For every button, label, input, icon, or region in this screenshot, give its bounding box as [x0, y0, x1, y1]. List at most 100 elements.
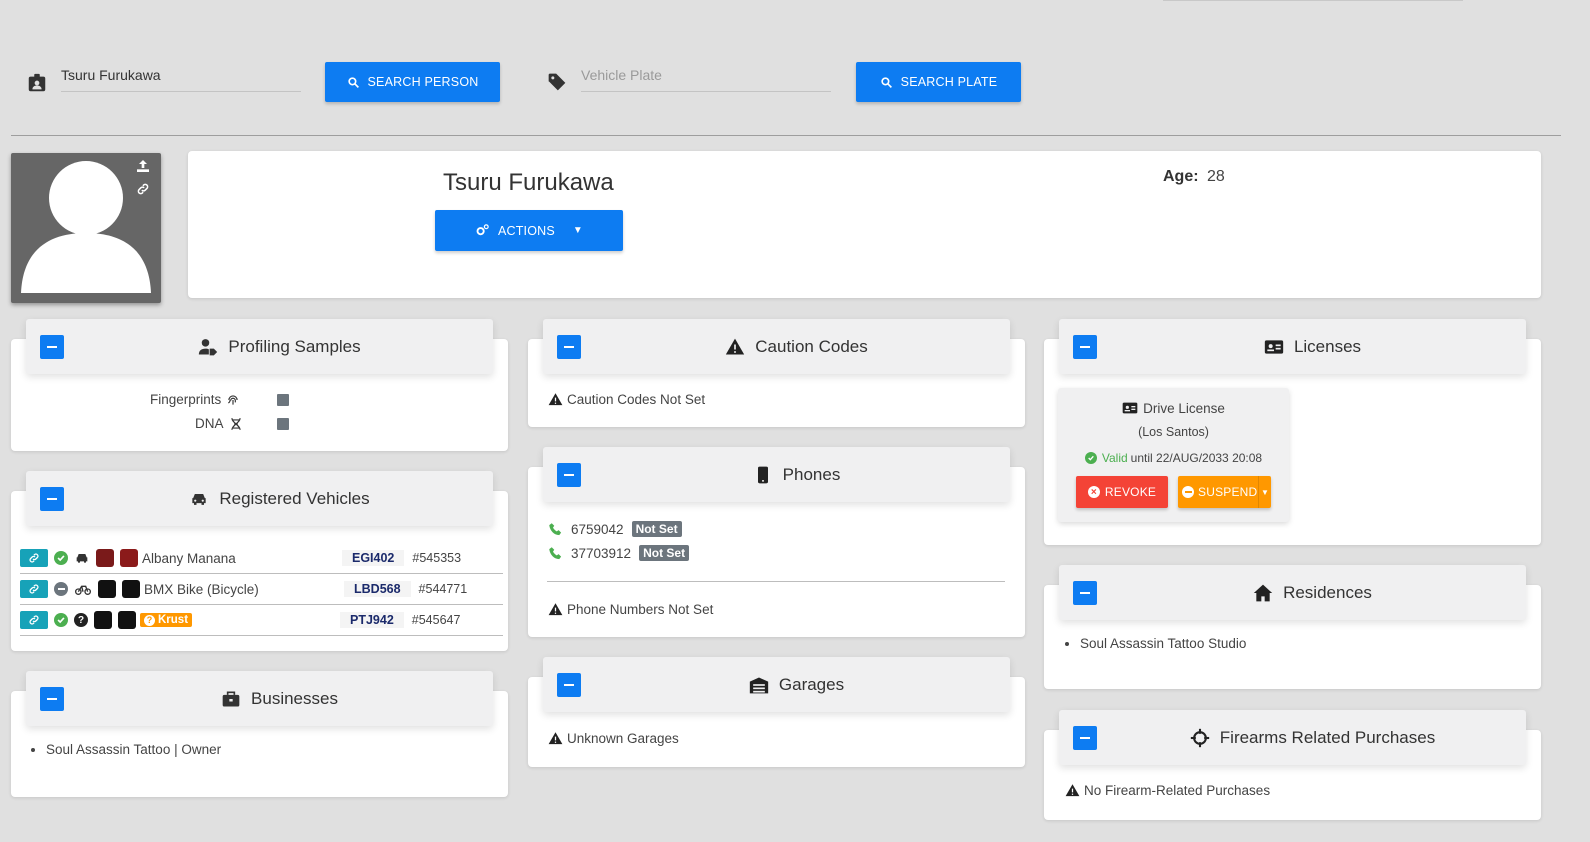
phone-number: 6759042 — [571, 521, 624, 537]
briefcase-icon — [222, 691, 240, 706]
vehicle-link-button[interactable] — [20, 549, 48, 567]
phones-title: Phones — [782, 464, 841, 484]
phones-footer-row: Phone Numbers Not Set — [548, 602, 713, 617]
vehicle-plate: LBD568 — [344, 581, 411, 597]
vehicle-row[interactable]: BMX Bike (Bicycle) LBD568 #544771 — [20, 574, 503, 605]
fingerprints-row: Fingerprints — [150, 392, 240, 407]
suspend-button[interactable]: SUSPEND ▼ — [1178, 476, 1271, 508]
link-icon — [29, 584, 39, 594]
check-circle-icon — [1084, 452, 1097, 464]
residences-header: Residences — [1059, 565, 1526, 620]
fingerprints-label: Fingerprints — [150, 392, 222, 407]
vehicle-plate-input[interactable] — [581, 67, 831, 92]
firearms-text-row: No Firearm-Related Purchases — [1065, 783, 1270, 798]
home-icon — [1253, 584, 1273, 601]
warning-icon — [1065, 784, 1080, 797]
person-search-input[interactable] — [61, 67, 301, 92]
person-name: Tsuru Furukawa — [443, 169, 614, 196]
phone-icon — [549, 546, 562, 559]
businesses-title: Businesses — [251, 688, 338, 708]
suspend-dropdown-caret-icon[interactable]: ▼ — [1258, 476, 1271, 508]
age-label: Age: — [1163, 168, 1199, 185]
link-icon[interactable] — [136, 182, 150, 199]
cogs-icon — [476, 224, 489, 236]
vehicle-link-button[interactable] — [20, 611, 48, 629]
registered-vehicles-title: Registered Vehicles — [219, 488, 370, 508]
search-plate-button[interactable]: SEARCH PLATE — [856, 62, 1021, 102]
vehicle-id-value: 545353 — [419, 551, 462, 565]
minus-circle-icon — [1182, 486, 1194, 498]
garages-title: Garages — [778, 674, 845, 694]
vehicle-secondary-color — [120, 549, 138, 567]
top-divider — [1163, 0, 1463, 1]
licenses-header: Licenses — [1059, 319, 1526, 374]
vehicle-plate: PTJ942 — [340, 612, 404, 628]
vehicle-row[interactable]: ? ? Krust PTJ942 #545647 — [20, 605, 503, 636]
vehicle-primary-color — [96, 549, 114, 567]
collapse-button[interactable] — [557, 463, 581, 487]
businesses-header: Businesses — [26, 671, 493, 726]
user-tag-icon — [199, 338, 218, 355]
vehicle-primary-color — [98, 580, 116, 598]
vehicle-name: Albany Manana — [142, 550, 236, 566]
age-value: 28 — [1207, 168, 1225, 185]
search-plate-label: SEARCH PLATE — [900, 75, 998, 89]
mobile-phone-icon — [757, 466, 768, 483]
vehicle-id: #545353 — [412, 551, 462, 565]
warning-icon — [726, 338, 745, 354]
vehicle-id: #545647 — [411, 613, 461, 627]
revoke-button[interactable]: × REVOKE — [1076, 476, 1168, 508]
phone-number: 37703912 — [571, 545, 632, 561]
upload-icon[interactable] — [135, 158, 151, 177]
garages-text-row: Unknown Garages — [548, 731, 679, 746]
collapse-button[interactable] — [40, 335, 64, 359]
dna-checkbox[interactable] — [277, 418, 289, 430]
question-circle-icon: ? — [74, 613, 88, 627]
businesses-list: Soul Assassin Tattoo | Owner — [6, 742, 221, 757]
crosshairs-icon — [1190, 728, 1209, 747]
vehicle-name-cell: ? Krust — [140, 613, 340, 627]
vehicle-link-button[interactable] — [20, 580, 48, 598]
vehicle-row[interactable]: Albany Manana EGI402 #545353 — [20, 543, 503, 574]
caret-down-icon: ▼ — [572, 225, 584, 236]
collapse-button[interactable] — [1073, 726, 1097, 750]
id-badge-icon — [26, 72, 48, 94]
collapse-button[interactable] — [1073, 335, 1097, 359]
search-person-button[interactable]: SEARCH PERSON — [325, 62, 500, 102]
business-item: Soul Assassin Tattoo | Owner — [46, 742, 221, 757]
collapse-button[interactable] — [40, 687, 64, 711]
question-circle-icon: ? — [144, 614, 155, 626]
minus-circle-icon — [54, 582, 68, 596]
suspend-label: SUSPEND — [1198, 485, 1258, 499]
license-validity-row: Valid until 22/AUG/2033 20:08 — [1058, 451, 1289, 465]
license-name-row: Drive License — [1058, 400, 1289, 416]
fingerprint-icon — [228, 394, 238, 405]
dna-row: DNA — [195, 416, 243, 431]
vehicle-id-value: 544771 — [425, 582, 468, 596]
license-item-card: Drive License (Los Santos) Valid until 2… — [1058, 388, 1289, 522]
collapse-button[interactable] — [40, 487, 64, 511]
search-divider — [11, 135, 1561, 136]
revoke-label: REVOKE — [1104, 485, 1157, 499]
id-card-icon — [1122, 402, 1138, 414]
profiling-samples-header: Profiling Samples — [26, 319, 493, 374]
residences-title: Residences — [1283, 582, 1372, 602]
warning-icon — [548, 393, 563, 406]
search-icon — [347, 76, 359, 88]
registered-vehicles-header: Registered Vehicles — [26, 471, 493, 526]
collapse-button[interactable] — [557, 673, 581, 697]
license-name: Drive License — [1143, 400, 1225, 416]
collapse-button[interactable] — [557, 335, 581, 359]
fingerprints-checkbox[interactable] — [277, 394, 289, 406]
phone-status-badge: Not Set — [631, 521, 682, 537]
collapse-button[interactable] — [1073, 581, 1097, 605]
times-circle-icon: × — [1087, 486, 1100, 498]
check-circle-icon — [54, 551, 68, 565]
warehouse-icon — [749, 677, 769, 693]
residence-item: Soul Assassin Tattoo Studio — [1080, 636, 1246, 651]
vehicle-tag-label: Krust — [158, 614, 189, 626]
warning-icon — [548, 603, 563, 616]
actions-dropdown-button[interactable]: ACTIONS ▼ — [435, 210, 623, 251]
dna-icon — [230, 417, 241, 430]
vehicle-tag-badge: ? Krust — [140, 613, 193, 627]
